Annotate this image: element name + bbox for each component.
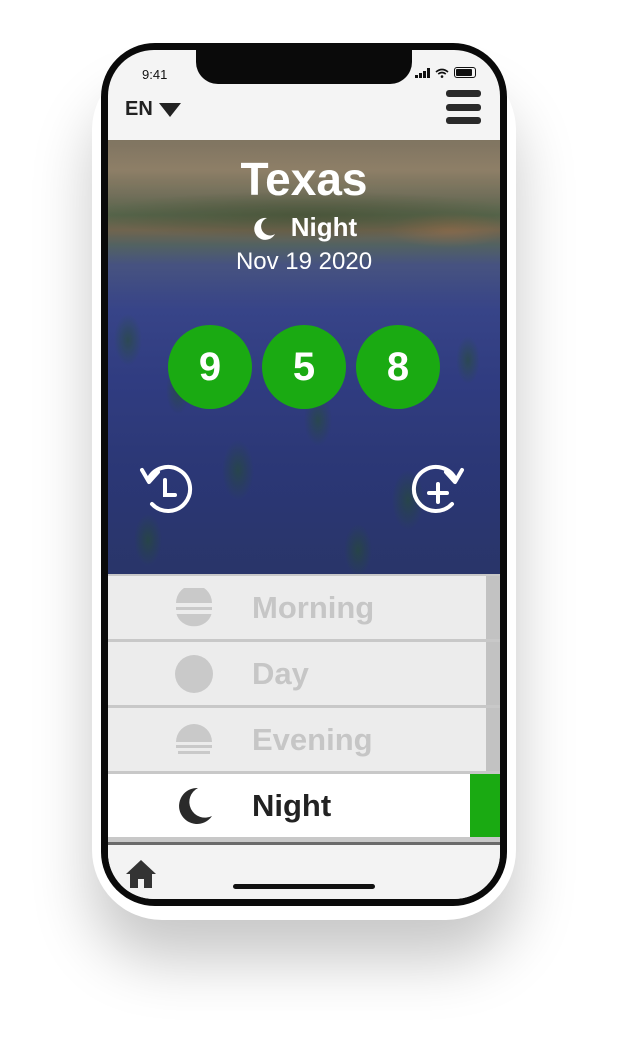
date-label: Nov 19 2020 bbox=[235, 248, 373, 275]
sunset-icon bbox=[176, 723, 212, 754]
period-label: Evening bbox=[252, 721, 373, 757]
period-list: Morning Day Evening Night bbox=[108, 574, 500, 842]
notch bbox=[196, 50, 412, 84]
battery-icon bbox=[454, 67, 476, 78]
current-period-label: Night bbox=[290, 212, 358, 242]
period-label: Day bbox=[252, 655, 309, 691]
number-ball: 8 bbox=[356, 325, 440, 409]
chevron-down-icon bbox=[158, 102, 181, 117]
period-item-night[interactable]: Night bbox=[108, 774, 500, 837]
city-name: Texas bbox=[240, 153, 368, 205]
status-icons bbox=[415, 67, 476, 78]
number-group: 9 5 8 bbox=[168, 325, 440, 409]
selection-bar bbox=[486, 576, 500, 639]
moon-icon bbox=[254, 217, 275, 240]
period-item-morning[interactable]: Morning bbox=[108, 576, 500, 639]
signal-icon bbox=[415, 67, 430, 78]
hamburger-menu-icon[interactable] bbox=[446, 90, 481, 124]
history-icon[interactable] bbox=[138, 458, 194, 516]
wifi-icon bbox=[435, 68, 449, 78]
bottom-bar bbox=[108, 842, 500, 899]
status-time: 9:41 bbox=[142, 67, 168, 82]
language-label: EN bbox=[125, 98, 153, 120]
period-item-day[interactable]: Day bbox=[108, 642, 500, 705]
moon-icon bbox=[179, 787, 212, 824]
period-label: Morning bbox=[252, 589, 375, 625]
home-indicator[interactable] bbox=[233, 884, 375, 889]
sun-icon bbox=[175, 654, 213, 693]
sunrise-icon bbox=[176, 587, 212, 626]
app-screen: 9:41 EN Texas Night Nov 19 2020 9 5 8 Mo… bbox=[108, 50, 500, 899]
selection-bar bbox=[470, 774, 500, 837]
number-ball: 9 bbox=[168, 325, 252, 409]
add-rotate-icon[interactable] bbox=[410, 458, 466, 516]
period-item-evening[interactable]: Evening bbox=[108, 708, 500, 771]
period-label: Night bbox=[252, 787, 332, 823]
number-ball: 5 bbox=[262, 325, 346, 409]
selection-bar bbox=[486, 642, 500, 705]
home-icon[interactable] bbox=[124, 857, 158, 891]
current-period: Night bbox=[108, 212, 500, 243]
selection-bar bbox=[486, 708, 500, 771]
hero-banner: Texas Night Nov 19 2020 9 5 8 bbox=[108, 140, 500, 574]
language-selector[interactable]: EN bbox=[125, 98, 181, 121]
